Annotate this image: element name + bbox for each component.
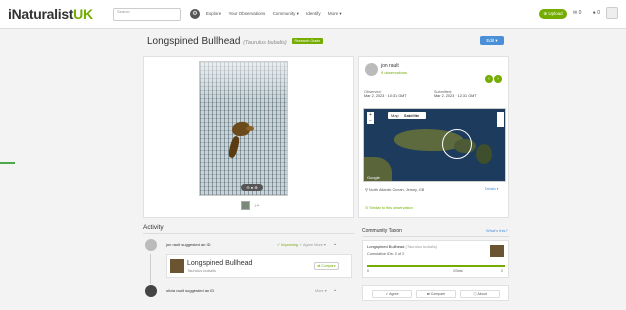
whats-this-link[interactable]: What's this? [486,228,508,233]
fish-tail [227,135,241,159]
observation-map[interactable]: + − Map Satellite Google [363,108,506,182]
nav-explore[interactable]: Explore [206,11,221,16]
map-island [476,144,492,164]
research-grade-badge: Research Grade [291,38,324,45]
location-text: ⚲ North Atlantic Ocean, Jersey, GB [365,188,425,192]
ct-sci: (Taurulus bubalis) [405,244,438,249]
consensus-bar [367,265,505,267]
edit-button[interactable]: Edit ▾ [480,36,504,45]
community-taxon-thumbnail [490,245,504,257]
identification-author[interactable]: olivia rault suggested an ID [166,288,214,293]
observation-nav: ‹ › [484,67,502,85]
user-avatar[interactable] [145,285,157,297]
submitted-date: Mar 2, 2023 · 12:31 GMT [434,94,477,98]
agree-button[interactable]: ✓ Agree [372,290,412,298]
ct-common: Longspined Bullhead [367,244,405,249]
observation-title: Longspined Bullhead (Taurulus bubalis) R… [147,36,324,47]
observation-info-panel: jon rault 9 observations ‹ › Observed: Ma… [358,56,509,218]
community-taxon-box: Longspined Bullhead (Taurulus bubalis) C… [362,240,509,278]
upload-label: Upload [548,11,563,16]
activity-thread-line [150,254,151,284]
similar-observations-link[interactable]: ⊙ Similar to this observation [365,205,413,210]
photo-thumbnail[interactable] [241,201,250,210]
observation-photo[interactable]: ⊖ ● ⊕ [199,61,288,196]
nav-identify[interactable]: Identify [306,11,321,16]
scientific-name: (Taurulus bubalis) [243,40,287,46]
chevron-down-icon[interactable]: ⌄ [333,241,337,247]
identification-status: ✓ Improving ✓ Agree More ▾ [277,242,326,247]
activity-divider [143,233,354,234]
scale-mid: 2/3rds [453,269,463,273]
chevron-down-icon[interactable]: ⌄ [333,287,337,293]
nav-your-observations[interactable]: Your Observations [228,11,265,16]
submitted-col: Submitted: Mar 2, 2023 · 12:31 GMT [434,90,477,98]
logo-text: iNaturalist [8,6,74,22]
agree-link[interactable]: ✓ Agree [299,243,313,247]
nav-more[interactable]: More ▾ [328,11,342,16]
top-icons: ✉ 0 ● 0 [573,10,610,16]
common-name: Longspined Bullhead [147,36,241,47]
identification-author[interactable]: jon rault suggested an ID [166,242,210,247]
user-avatar[interactable] [145,239,157,251]
messages-icon[interactable]: ✉ 0 [573,10,586,16]
photo-panel: ⊖ ● ⊕ ♪+ [143,56,354,218]
map-zoom-controls[interactable]: + − [367,112,374,124]
nav-community[interactable]: Community ▾ [273,11,299,16]
location-label: North Atlantic Ocean, Jersey, GB [368,188,425,192]
upload-button[interactable]: ⊕ Upload [539,9,567,19]
scale-min: 0 [367,269,369,273]
previous-arrow-icon[interactable]: ‹ [485,75,493,83]
community-taxon-name[interactable]: Longspined Bullhead (Taurulus bubalis) [367,244,437,249]
observer-name[interactable]: jon rault [381,63,399,69]
map-tab-map[interactable]: Map [391,113,399,118]
more-menu[interactable]: More ▾ [314,243,326,247]
observer-avatar[interactable] [365,63,378,76]
more-menu[interactable]: More ▾ [315,289,327,293]
user-menu-avatar[interactable] [606,7,618,19]
cumulative-ids: Cumulative IDs: 2 of 2 [367,252,405,256]
search-input[interactable]: Search [113,8,181,21]
map-attribution: Google [367,175,380,180]
observer-obs-count[interactable]: 9 observations [381,70,407,75]
messages-count: 0 [578,10,582,16]
details-link[interactable]: Details ▾ [485,187,498,191]
taxon-thumbnail [170,259,184,273]
observed-col: Observed: Mar 2, 2023 · 10:31 GMT [364,90,407,98]
logo-uk: UK [73,6,93,22]
similar-link-label: Similar to this observation [369,206,413,210]
compare-button[interactable]: ⇄ Compare [416,290,456,298]
notifications-count: 0 [597,10,600,16]
observed-date: Mar 2, 2023 · 10:31 GMT [364,94,407,98]
main-nav: Explore Your Observations Community ▾ Id… [206,11,348,17]
notifications-icon[interactable]: ● 0 [593,10,605,16]
photo-glare [200,62,287,102]
identification-status: More ▾ [315,288,327,293]
identification-taxon-box[interactable]: Longspined Bullhead Taurulus bubalis ⇄ C… [166,254,352,278]
fish-fin [246,126,254,131]
map-type-tabs: Map Satellite [388,112,427,119]
about-button[interactable]: ⓘ About [460,290,500,298]
scale-max: 2 [501,269,503,273]
sound-icon[interactable]: ♪+ [254,203,259,209]
photo-zoom-controls[interactable]: ⊖ ● ⊕ [241,184,263,191]
search-submit-icon[interactable]: ⚙ [190,9,200,19]
compare-button[interactable]: ⇄ Compare [314,262,339,270]
observation-title-bar: Longspined Bullhead (Taurulus bubalis) R… [143,33,510,53]
location-accuracy-circle [442,129,472,159]
scroll-indicator [0,162,15,164]
map-layers-control[interactable] [497,112,504,127]
community-taxon-divider [362,236,509,237]
improving-badge: ✓ Improving [277,243,298,247]
map-tab-satellite[interactable]: Satellite [404,113,419,118]
activity-heading: Activity [143,224,164,231]
inaturalist-logo[interactable]: iNaturalistUK [8,6,93,22]
taxon-common-name: Longspined Bullhead [187,260,253,267]
top-navigation-bar: iNaturalistUK Search ⚙ Explore Your Obse… [0,0,626,29]
taxon-scientific-name: Taurulus bubalis [187,268,216,273]
community-taxon-heading: Community Taxon [362,228,402,234]
next-arrow-icon[interactable]: › [494,75,502,83]
community-taxon-actions: ✓ Agree ⇄ Compare ⓘ About [362,285,509,301]
